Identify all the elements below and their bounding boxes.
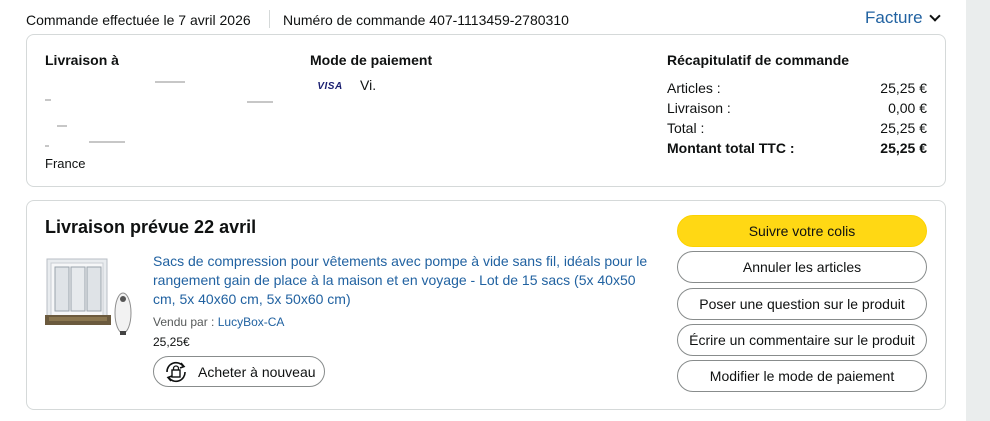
header-divider xyxy=(269,10,270,28)
redacted-address-line xyxy=(45,145,49,147)
shipping-country: France xyxy=(45,156,86,171)
ask-product-question-button[interactable]: Poser une question sur le produit xyxy=(677,288,927,320)
delivery-date-title: Livraison prévue 22 avril xyxy=(45,217,257,237)
order-info-card: Livraison à France Mode de paiement VISA… xyxy=(26,34,946,187)
summary-value: 25,25 € xyxy=(880,80,927,96)
redacted-address-line xyxy=(45,99,51,101)
change-payment-method-button[interactable]: Modifier le mode de paiement xyxy=(677,360,927,392)
buy-again-label: Acheter à nouveau xyxy=(198,363,316,380)
summary-label: Articles : xyxy=(667,80,721,96)
payment-title: Mode de paiement xyxy=(310,52,433,68)
summary-total-row: Montant total TTC : 25,25 € xyxy=(667,140,927,158)
buy-again-icon xyxy=(166,361,186,382)
summary-label: Montant total TTC : xyxy=(667,140,795,156)
product-image[interactable] xyxy=(45,255,139,339)
sold-by: Vendu par : LucyBox-CA xyxy=(153,315,284,329)
redacted-address-line xyxy=(57,125,67,127)
summary-value: 0,00 € xyxy=(888,100,927,116)
shipping-title: Livraison à xyxy=(45,52,119,68)
chevron-down-icon xyxy=(928,10,941,22)
summary-row: Total : 25,25 € xyxy=(667,120,927,138)
write-product-review-button[interactable]: Écrire un commentaire sur le produit xyxy=(677,324,927,356)
invoice-label: Facture xyxy=(865,8,923,27)
product-title-link[interactable]: Sacs de compression pour vêtements avec … xyxy=(153,252,653,309)
page-gutter xyxy=(966,0,990,421)
delivery-card: Livraison prévue 22 avril Sacs de compre… xyxy=(26,200,946,410)
order-placed-date: Commande effectuée le 7 avril 2026 xyxy=(26,12,251,28)
order-header: Commande effectuée le 7 avril 2026 Numér… xyxy=(0,0,966,34)
buy-again-button[interactable]: Acheter à nouveau xyxy=(153,356,325,387)
payment-card-text: Vi. xyxy=(360,77,377,93)
summary-value: 25,25 € xyxy=(880,120,927,136)
redacted-address-line xyxy=(155,81,185,83)
order-number: Numéro de commande 407-1113459-2780310 xyxy=(283,12,569,28)
summary-row: Articles : 25,25 € xyxy=(667,80,927,98)
cancel-items-button[interactable]: Annuler les articles xyxy=(677,251,927,283)
invoice-dropdown[interactable]: Facture xyxy=(865,8,941,28)
seller-link[interactable]: LucyBox-CA xyxy=(218,315,285,329)
summary-label: Total : xyxy=(667,120,705,136)
product-price: 25,25€ xyxy=(153,335,190,349)
track-package-button[interactable]: Suivre votre colis xyxy=(677,215,927,247)
visa-logo-icon: VISA xyxy=(317,81,343,92)
sold-by-label: Vendu par : xyxy=(153,315,215,329)
order-details-page: Commande effectuée le 7 avril 2026 Numér… xyxy=(0,0,990,421)
summary-title: Récapitulatif de commande xyxy=(667,52,850,68)
summary-row: Livraison : 0,00 € xyxy=(667,100,927,118)
summary-value: 25,25 € xyxy=(880,140,927,156)
summary-label: Livraison : xyxy=(667,100,731,116)
redacted-address-line xyxy=(89,141,125,143)
redacted-address-line xyxy=(247,101,273,103)
